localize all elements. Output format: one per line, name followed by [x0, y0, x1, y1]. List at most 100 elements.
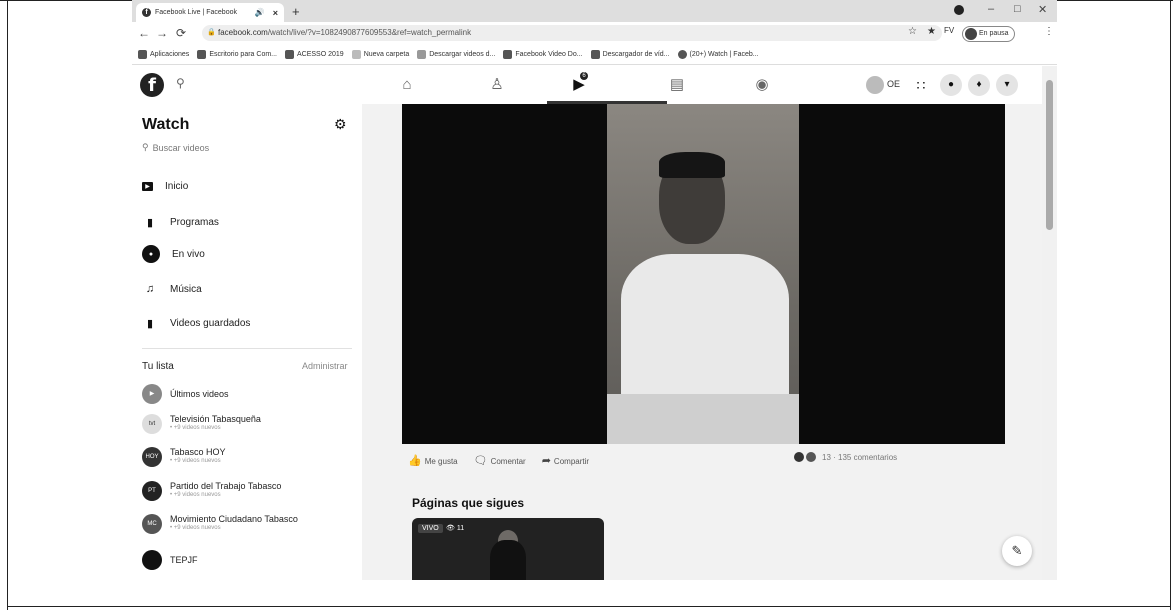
eye-icon: 👁	[446, 525, 455, 532]
reload-icon[interactable]: ⟳	[176, 26, 186, 40]
bookmark-item[interactable]: Escritorio para Com...	[197, 50, 277, 59]
gear-icon[interactable]: ⚙	[334, 116, 347, 133]
tab-title: Facebook Live | Facebook	[155, 9, 237, 16]
star-icon[interactable]: ☆	[908, 26, 917, 37]
sidebar-item-inicio[interactable]: ▶ Inicio	[142, 181, 188, 192]
bookmark-favicon-icon	[417, 50, 427, 59]
groups-icon[interactable]: ◉	[752, 75, 772, 95]
facebook-logo-icon[interactable]: f	[140, 73, 164, 97]
watch-badge: 6	[580, 72, 588, 80]
forward-icon[interactable]: →	[156, 26, 168, 40]
account-dropdown-icon[interactable]: ▾	[996, 74, 1018, 96]
list-item[interactable]: TEPJF	[142, 550, 198, 570]
back-icon[interactable]: ←	[138, 26, 150, 40]
like-reaction-icon	[794, 452, 804, 462]
viewer-count-value: 11	[456, 525, 465, 532]
menu-grid-icon[interactable]: ∷	[910, 74, 932, 96]
profile-avatar[interactable]	[866, 76, 884, 94]
sidebar-item-programas[interactable]: ▮ Programas	[142, 214, 219, 230]
tab-bar: f Facebook Live | Facebook 🔊 × + – □ ✕	[132, 0, 1057, 22]
lock-icon: 🔒	[207, 29, 216, 36]
page-name: Televisión Tabasqueña	[170, 414, 261, 424]
url-field[interactable]: 🔒 facebook.com/watch/live/?v=10824908776…	[202, 25, 942, 41]
avatar: MC	[142, 514, 162, 534]
minimize-icon[interactable]: –	[988, 3, 994, 15]
sidebar-item-label: En vivo	[172, 248, 205, 260]
page-new-videos: • +9 videos nuevos	[170, 458, 221, 464]
frame-line-bottom	[7, 606, 1171, 607]
bookmark-label: Descargar videos d...	[429, 51, 496, 58]
paused-label: En pausa	[979, 30, 1009, 37]
list-title: Tu lista	[142, 361, 174, 372]
friends-icon[interactable]: ♙	[487, 75, 507, 95]
messenger-icon[interactable]: ●	[940, 74, 962, 96]
search-placeholder: Buscar videos	[152, 142, 210, 153]
share-button[interactable]: ➦ Compartir	[542, 454, 589, 467]
share-icon: ➦	[541, 455, 551, 467]
reactions-summary[interactable]: 13 · 135 comentarios	[794, 452, 897, 462]
bookmark-label: Escritorio para Com...	[209, 51, 277, 58]
sidebar-item-en-vivo[interactable]: ● En vivo	[142, 245, 205, 263]
close-window-icon[interactable]: ✕	[1038, 3, 1047, 16]
administrar-link[interactable]: Administrar	[302, 361, 348, 371]
live-badge: VIVO	[418, 524, 443, 533]
new-tab-button[interactable]: +	[292, 4, 300, 19]
facebook-favicon-icon: f	[142, 8, 151, 17]
list-item[interactable]: ▶ Últimos videos	[142, 384, 229, 404]
bookmark-item[interactable]: ACESSO 2019	[285, 50, 344, 59]
scrollbar-thumb[interactable]	[1046, 80, 1053, 230]
like-label: Me gusta	[424, 457, 458, 466]
bookmark-item[interactable]: Nueva carpeta	[351, 50, 409, 59]
video-thumbnail[interactable]: VIVO 👁 11	[412, 518, 604, 580]
search-videos-input[interactable]: ⚲ Buscar videos	[142, 142, 209, 153]
list-item[interactable]: HOY Tabasco HOY • +9 videos nuevos	[142, 447, 226, 467]
bookmark-label: Facebook Video Do...	[515, 51, 583, 58]
profile-name[interactable]: OE	[887, 79, 900, 89]
extension-icon[interactable]: ★	[927, 26, 936, 37]
video-desk	[607, 394, 799, 444]
list-item[interactable]: tvt Televisión Tabasqueña • +9 videos nu…	[142, 414, 261, 434]
browser-window: f Facebook Live | Facebook 🔊 × + – □ ✕ ←…	[132, 0, 1057, 580]
page-name: Partido del Trabajo Tabasco	[170, 481, 282, 491]
share-label: Compartir	[553, 457, 590, 466]
new-message-button[interactable]: ✎	[1002, 536, 1032, 566]
marketplace-icon[interactable]: ▤	[667, 75, 687, 95]
browser-tab[interactable]: f Facebook Live | Facebook 🔊 ×	[136, 3, 284, 22]
bookmarks-bar: Aplicaciones Escritorio para Com... ACES…	[132, 45, 1057, 65]
speaker-icon[interactable]: 🔊	[255, 8, 265, 17]
extension-fv-icon[interactable]: FV	[944, 26, 954, 35]
page-name: Movimiento Ciudadano Tabasco	[170, 514, 298, 524]
sidebar-divider	[142, 348, 352, 349]
page-title: Watch	[142, 116, 190, 133]
close-tab-icon[interactable]: ×	[273, 8, 278, 18]
facebook-top-nav: f ⚲ ⌂ ♙ ▶ 6 ▤ ◉ OE ∷ ● ♦ ▾	[132, 66, 1057, 105]
page-new-videos: • +9 videos nuevos	[170, 525, 221, 531]
sidebar-item-musica[interactable]: ♫ Música	[142, 281, 202, 297]
like-button[interactable]: 👍 Me gusta	[408, 454, 458, 467]
search-icon[interactable]: ⚲	[176, 76, 185, 90]
frame-line-right	[1170, 0, 1171, 610]
bookmark-favicon-icon	[503, 50, 513, 59]
bookmark-item[interactable]: Facebook Video Do...	[503, 50, 583, 59]
bookmark-item[interactable]: Descargador de víd...	[590, 50, 670, 59]
maximize-icon[interactable]: □	[1014, 3, 1021, 15]
list-item[interactable]: PT Partido del Trabajo Tabasco • +9 vide…	[142, 481, 281, 501]
list-item[interactable]: MC Movimiento Ciudadano Tabasco • +9 vid…	[142, 514, 298, 534]
scrollbar[interactable]	[1042, 66, 1057, 580]
live-video-player[interactable]	[402, 104, 1005, 444]
home-icon[interactable]: ⌂	[397, 75, 417, 95]
profile-avatar-icon	[965, 28, 977, 40]
paused-profile-button[interactable]: En pausa	[962, 26, 1015, 42]
bookmark-label: (20+) Watch | Faceb...	[689, 51, 759, 58]
sidebar-item-label: Videos guardados	[170, 317, 251, 329]
menu-dots-icon[interactable]: ⋮	[1044, 26, 1054, 37]
bookmark-item[interactable]: Descargar videos d...	[417, 50, 495, 59]
sidebar-item-videos-guardados[interactable]: ▮ Videos guardados	[142, 315, 250, 331]
notifications-icon[interactable]: ♦	[968, 74, 990, 96]
comment-button[interactable]: 🗨 Comentar	[474, 454, 526, 467]
bookmark-favicon-icon	[590, 50, 600, 59]
browser-profile-icon[interactable]	[954, 5, 964, 15]
bookmark-item[interactable]: (20+) Watch | Faceb...	[677, 50, 759, 59]
comment-label: Comentar	[490, 457, 526, 466]
bookmark-apps[interactable]: Aplicaciones	[138, 50, 189, 59]
